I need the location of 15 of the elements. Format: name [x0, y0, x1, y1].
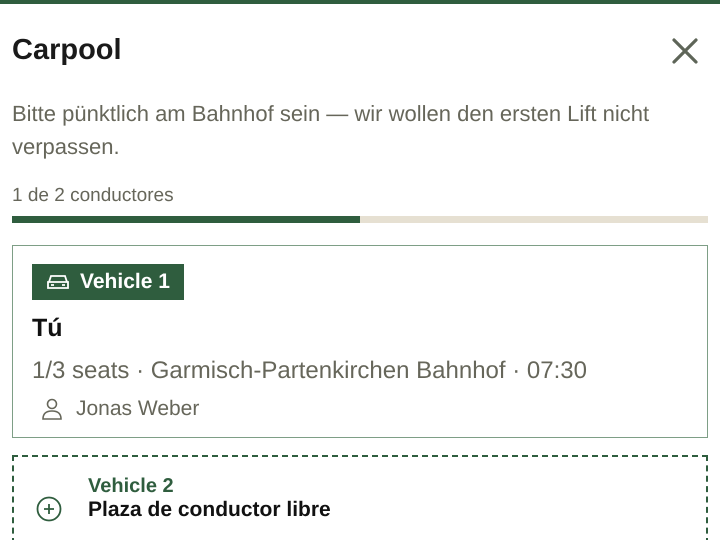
- vehicle-label: Vehicle 2: [88, 475, 175, 498]
- open-vehicle-card[interactable]: Vehicle 2 Plaza de conductor libre: [12, 455, 708, 540]
- add-icon: [36, 496, 62, 522]
- person-icon: [40, 397, 64, 421]
- passenger-name: Jonas Weber: [76, 397, 200, 421]
- trip-details: 1/3 seats · Garmisch-Partenkirchen Bahnhof · 07:30: [32, 357, 587, 385]
- progress-label: 1 de 2 conductores: [12, 185, 175, 207]
- slot-status: Plaza de conductor libre: [88, 498, 331, 522]
- close-button[interactable]: [670, 36, 700, 66]
- driver-name: Tú: [32, 314, 63, 343]
- dialog-title: Carpool: [12, 34, 122, 67]
- description-text: Bitte pünktlich am Bahnhof sein — wir wollen den ersten Lift nicht verpassen.: [12, 100, 650, 161]
- vehicle-badge: Vehicle 1: [32, 264, 184, 300]
- car-icon: [46, 273, 70, 291]
- close-icon: [672, 38, 698, 64]
